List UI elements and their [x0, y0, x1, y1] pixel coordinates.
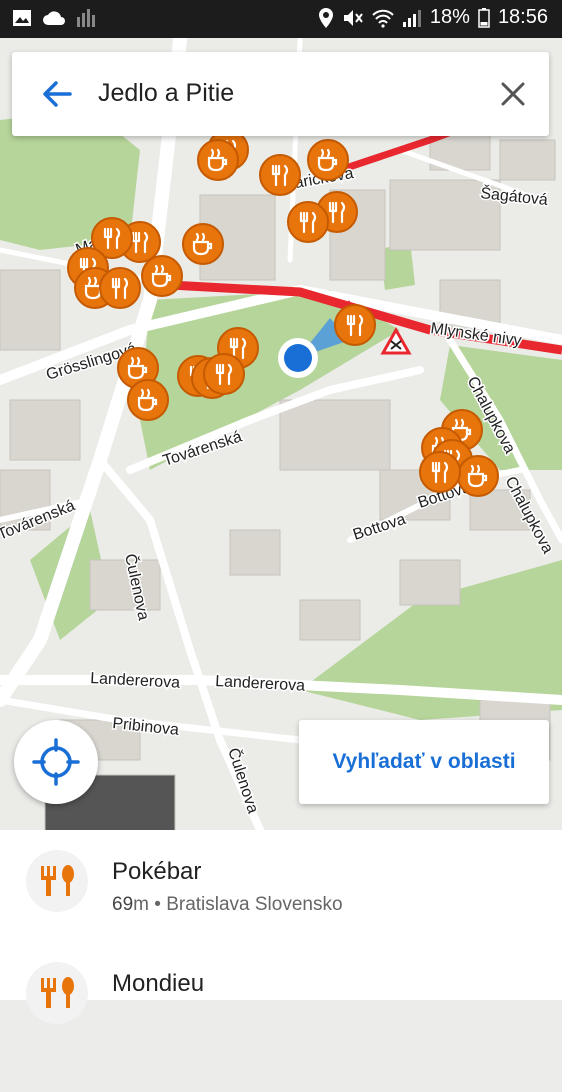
map-view[interactable]: Malý trh Páričkova Šagátová Mlynské nivy… — [0, 38, 562, 830]
my-location-button[interactable] — [14, 720, 98, 804]
results-list[interactable]: Pokébar 69m • Bratislava Slovensko Mondi… — [0, 830, 562, 1024]
clear-search-button[interactable] — [499, 80, 527, 108]
current-location-marker[interactable] — [278, 338, 318, 378]
map-canvas[interactable]: Malý trh Páričkova Šagátová Mlynské nivy… — [0, 38, 562, 830]
crosshair-icon — [32, 738, 80, 786]
search-category-title[interactable]: Jedlo a Pitie — [98, 79, 234, 108]
restaurant-marker-icon[interactable] — [259, 154, 301, 196]
arrow-left-icon — [43, 81, 72, 107]
battery-icon — [478, 7, 490, 28]
restaurant-icon — [26, 962, 88, 1024]
result-location: Bratislava Slovensko — [166, 894, 343, 915]
list-item[interactable]: Pokébar 69m • Bratislava Slovensko — [0, 850, 562, 980]
result-distance: 69 — [112, 894, 134, 915]
search-bar[interactable]: Jedlo a Pitie — [12, 52, 549, 136]
cafe-marker-icon[interactable] — [307, 139, 349, 181]
cafe-marker-icon[interactable] — [457, 455, 499, 497]
restaurant-icon — [26, 850, 88, 912]
restaurant-marker-icon[interactable] — [99, 267, 141, 309]
mute-icon — [343, 9, 363, 26]
signal-bars-icon — [77, 9, 95, 27]
clock: 18:56 — [497, 6, 548, 28]
result-meta: 69m • Bratislava Slovensko — [112, 894, 343, 915]
cafe-marker-icon[interactable] — [127, 379, 169, 421]
cell-signal-icon — [402, 9, 421, 27]
restaurant-marker-icon[interactable] — [334, 304, 376, 346]
image-icon — [13, 10, 31, 26]
location-pin-icon — [318, 7, 333, 28]
restaurant-marker-icon[interactable] — [203, 353, 245, 395]
close-icon — [501, 82, 525, 106]
search-in-area-button[interactable]: Vyhľadať v oblasti — [299, 720, 549, 804]
restaurant-marker-icon[interactable] — [287, 201, 329, 243]
result-name: Pokébar — [112, 858, 202, 885]
status-bar: 18% 18:56 — [0, 0, 562, 38]
list-item[interactable]: Mondieu — [0, 962, 562, 1092]
result-name: Mondieu — [112, 970, 205, 997]
cafe-marker-icon[interactable] — [182, 223, 224, 265]
cloud-icon — [43, 11, 65, 25]
back-button[interactable] — [40, 78, 74, 110]
wifi-icon — [372, 9, 394, 28]
cafe-marker-icon[interactable] — [197, 139, 239, 181]
restaurant-marker-icon[interactable] — [419, 451, 461, 493]
result-distance-unit: m — [133, 894, 149, 915]
battery-percent: 18% — [429, 6, 470, 28]
cafe-marker-icon[interactable] — [141, 255, 183, 297]
